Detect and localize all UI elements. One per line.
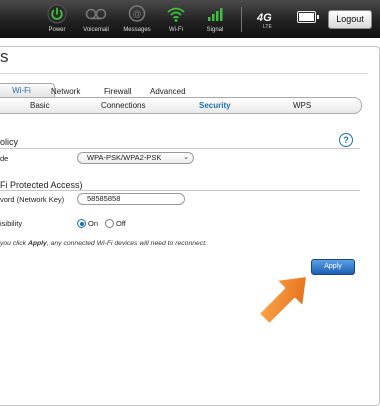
battery-icon bbox=[297, 11, 319, 23]
tab-network[interactable]: Network bbox=[51, 87, 80, 96]
page-title: s bbox=[0, 47, 9, 66]
wpa-divider bbox=[0, 190, 360, 191]
4g-lte-icon: 4G LTE bbox=[256, 12, 272, 30]
messages-icon: @ bbox=[128, 5, 146, 22]
status-messages-label: Messages bbox=[123, 27, 151, 33]
password-label: vord (Network Key) bbox=[0, 195, 65, 204]
title-divider bbox=[0, 73, 368, 74]
network-key-input[interactable]: 58585858 bbox=[77, 193, 185, 205]
apply-note: you click Apply, any connected Wi-Fi dev… bbox=[0, 240, 207, 247]
power-icon bbox=[47, 4, 67, 24]
visibility-off-label: Off bbox=[116, 219, 126, 228]
status-power-label: Power bbox=[48, 27, 66, 33]
mode-label: de bbox=[0, 154, 9, 163]
status-messages[interactable]: @ Messages bbox=[117, 4, 157, 33]
note-apply-bold: Apply bbox=[27, 240, 47, 247]
policy-heading: olicy bbox=[0, 137, 19, 147]
visibility-on-radio[interactable] bbox=[77, 219, 86, 228]
wifi-icon bbox=[167, 7, 185, 22]
tab-advanced[interactable]: Advanced bbox=[150, 87, 186, 96]
wpa-heading: Fi Protected Access) bbox=[0, 180, 83, 190]
logout-button[interactable]: Logout bbox=[328, 10, 372, 29]
top-status-bar: Power Voicemail @ Messages Wi-Fi Signal … bbox=[0, 0, 380, 38]
note-suffix: , any connected Wi-Fi devices will need … bbox=[46, 240, 207, 247]
help-icon[interactable]: ? bbox=[339, 133, 353, 147]
tab-wifi[interactable]: Wi-Fi bbox=[0, 83, 55, 98]
svg-text:@: @ bbox=[132, 9, 141, 19]
pointer-arrow-icon bbox=[256, 273, 310, 327]
status-signal[interactable]: Signal bbox=[195, 4, 235, 33]
svg-text:4G: 4G bbox=[256, 12, 272, 24]
status-power[interactable]: Power bbox=[37, 4, 77, 33]
note-prefix: you click bbox=[0, 240, 28, 247]
status-divider bbox=[241, 7, 242, 32]
status-voicemail-label: Voicemail bbox=[83, 27, 109, 33]
status-signal-label: Signal bbox=[206, 27, 224, 33]
status-wifi[interactable]: Wi-Fi bbox=[156, 4, 196, 33]
security-mode-select[interactable]: WPA-PSK/WPA2-PSK ⌄ bbox=[77, 152, 194, 164]
tab-firewall[interactable]: Firewall bbox=[104, 87, 132, 96]
visibility-on-label: On bbox=[88, 219, 99, 228]
voicemail-icon bbox=[85, 8, 107, 20]
svg-text:LTE: LTE bbox=[263, 24, 272, 30]
status-wifi-label: Wi-Fi bbox=[169, 27, 183, 33]
subtab-connections[interactable]: Connections bbox=[101, 101, 145, 110]
chevron-down-icon: ⌄ bbox=[183, 154, 189, 161]
security-mode-value: WPA-PSK/WPA2-PSK bbox=[87, 153, 162, 162]
subtab-security[interactable]: Security bbox=[199, 101, 231, 110]
status-voicemail[interactable]: Voicemail bbox=[76, 4, 116, 33]
visibility-off-radio[interactable] bbox=[105, 219, 114, 228]
visibility-label: isibility bbox=[0, 219, 23, 228]
signal-icon bbox=[208, 8, 223, 21]
policy-divider bbox=[0, 148, 360, 149]
subtab-wps[interactable]: WPS bbox=[293, 101, 311, 110]
subtab-basic[interactable]: Basic bbox=[30, 101, 50, 110]
